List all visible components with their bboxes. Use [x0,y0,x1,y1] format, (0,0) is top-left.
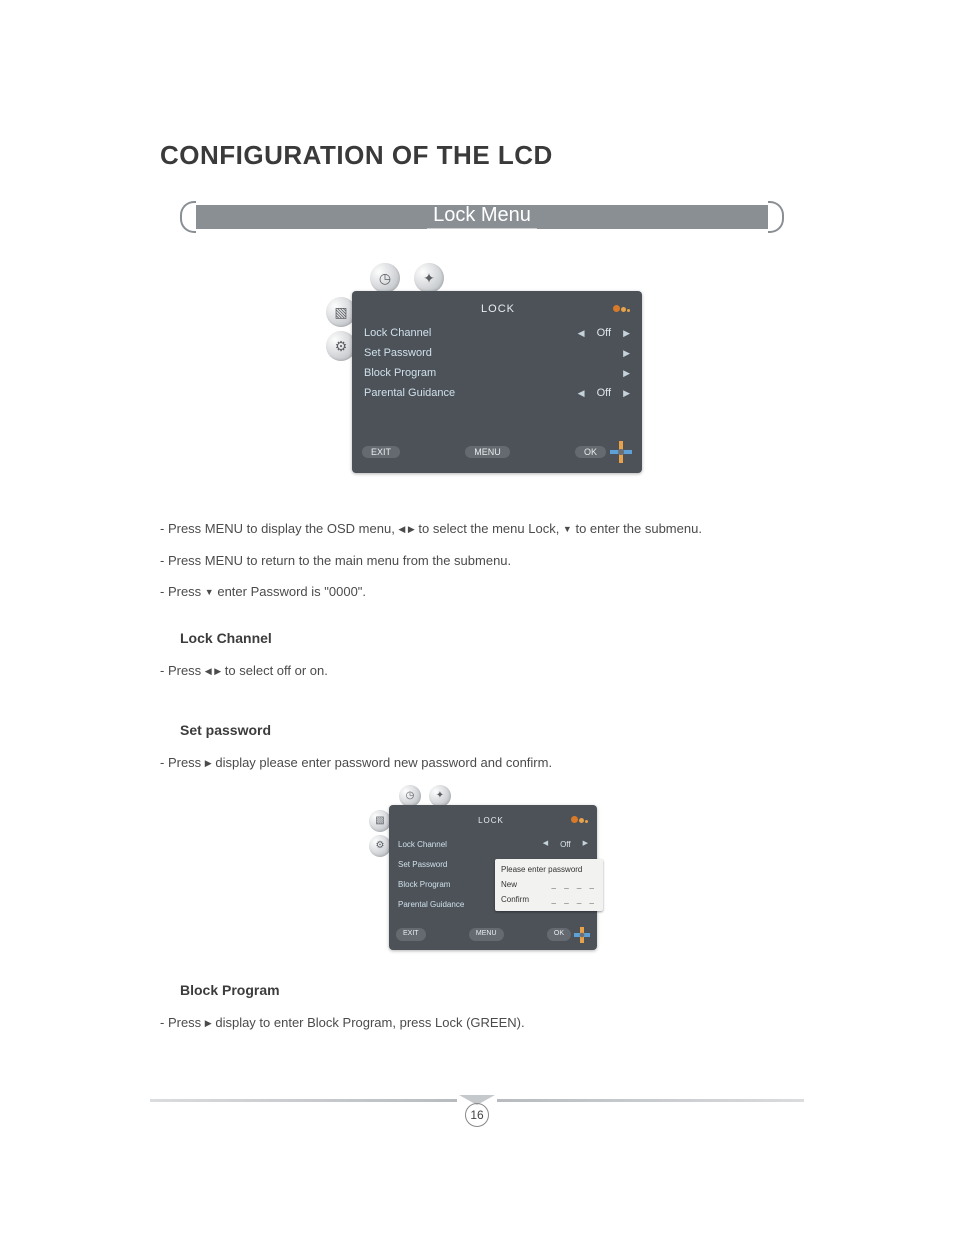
leftright-arrow-icon: ◀ ▶ [398,524,414,534]
tab-icon-time: ◷ [370,263,400,293]
right-arrow-icon: ▶ [205,758,212,768]
subhead-lock-channel: Lock Channel [180,628,804,649]
pill-end-left [180,201,196,233]
dpad-icon[interactable] [574,927,590,943]
section-header-pill: Lock Menu [180,201,784,233]
instruction-line: - Press MENU to return to the main menu … [160,551,804,571]
instruction-line: - Press ▼ enter Password is "0000". [160,582,804,602]
tab-icon-picture: ▧ [369,810,391,832]
leftright-arrow-icon: ◀ ▶ [205,666,221,676]
osd-header-title: LOCK [384,303,612,315]
password-new-field[interactable]: _ _ _ _ [552,879,597,891]
right-arrow-icon[interactable]: ▶ [623,328,630,339]
right-arrow-icon[interactable]: ▶ [623,388,630,399]
left-arrow-icon[interactable]: ◀ [543,839,548,850]
page-number: 16 [465,1103,489,1127]
manual-page: CONFIGURATION OF THE LCD Lock Menu ◷ ✦ ▧… [0,0,954,1235]
password-popup: Please enter password New _ _ _ _ Confir… [495,859,603,911]
right-arrow-icon[interactable]: ▶ [623,348,630,359]
osd-row-value: Off [560,839,571,851]
pill-bar: Lock Menu [196,205,768,229]
left-arrow-icon[interactable]: ◀ [578,328,585,339]
osd-row-value: Off [597,387,611,399]
tab-icon-time: ◷ [399,785,421,807]
pill-label: Lock Menu [427,204,537,229]
osd-row-parental-guidance[interactable]: Parental Guidance ◀ Off ▶ [362,383,632,403]
right-arrow-icon: ▶ [205,1018,212,1028]
osd-row-label: Set Password [364,347,509,359]
instruction-line: - Press ▶ display to enter Block Program… [160,1013,804,1033]
decor-dots-icon [612,303,630,315]
exit-button[interactable]: EXIT [362,446,400,458]
osd-header-title: LOCK [412,815,570,827]
exit-button[interactable]: EXIT [396,928,426,941]
tab-icon-setup: ⚙ [369,835,391,857]
right-arrow-icon[interactable]: ▶ [583,839,588,850]
instruction-line: - Press ◀ ▶ to select off or on. [160,661,804,681]
decor-dots-icon [570,815,588,827]
page-title: CONFIGURATION OF THE LCD [160,140,804,171]
osd-lock-menu: ◷ ✦ ▧ 🔒 ⚙ LOCK Lock Channel ◀ [322,263,642,473]
osd-row-lock-channel[interactable]: Lock Channel ◀ Off ▶ [362,323,632,343]
pill-end-right [768,201,784,233]
right-arrow-icon[interactable]: ▶ [623,368,630,379]
osd-row-label: Lock Channel [364,327,509,339]
subhead-block-program: Block Program [180,980,804,1001]
instruction-line: - Press ▶ display please enter password … [160,753,804,773]
down-arrow-icon: ▼ [563,524,572,534]
osd-panel-small: LOCK Lock Channel ◀ Off ▶ Set Password [389,805,597,950]
subhead-set-password: Set password [180,720,804,741]
popup-confirm-label: Confirm [501,894,529,906]
menu-button[interactable]: MENU [465,446,510,458]
popup-title: Please enter password [501,864,597,876]
tab-icon-option: ✦ [414,263,444,293]
osd-row-label: Block Program [364,367,509,379]
popup-new-label: New [501,879,517,891]
dpad-icon[interactable] [610,441,632,463]
osd-row-label: Parental Guidance [364,387,509,399]
osd-row-value: Off [597,327,611,339]
osd-lock-menu-small: ◷ ✦ ▧ 🔒 ⚙ LOCK Lock C [367,785,597,950]
instructions-block: - Press MENU to display the OSD menu, ◀ … [160,519,804,1032]
password-confirm-field[interactable]: _ _ _ _ [552,894,597,906]
tab-icon-option: ✦ [429,785,451,807]
osd-row-block-program[interactable]: Block Program ▶ [362,363,632,383]
menu-button[interactable]: MENU [469,928,504,941]
osd-panel: LOCK Lock Channel ◀ Off ▶ Set Password ▶ [352,291,642,473]
osd-row-set-password[interactable]: Set Password ▶ [362,343,632,363]
instruction-line: - Press MENU to display the OSD menu, ◀ … [160,519,804,539]
ok-button[interactable]: OK [575,446,606,458]
osd-row-lock-channel[interactable]: Lock Channel ◀ Off ▶ [396,835,590,855]
down-arrow-icon: ▼ [205,587,214,597]
ok-button[interactable]: OK [547,928,571,941]
left-arrow-icon[interactable]: ◀ [578,388,585,399]
osd-row-label: Lock Channel [398,839,502,851]
